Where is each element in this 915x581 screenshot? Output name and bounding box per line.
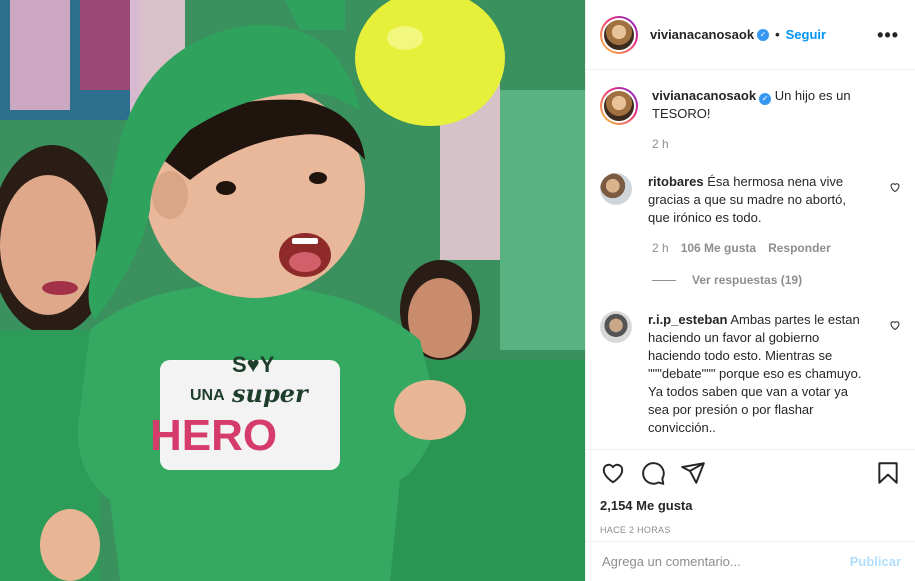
caption-text-block: vivianacanosaok ✓ Un hijo es un TESORO! — [652, 87, 872, 123]
instagram-post-modal: S♥Y UNA super HERO vivianacanosaok ✓ • S… — [0, 0, 915, 581]
publish-button[interactable]: Publicar — [850, 554, 901, 569]
post-time-ago[interactable]: HACE 2 HORAS — [600, 525, 901, 535]
like-heart-icon[interactable] — [600, 460, 626, 486]
view-replies-label: Ver respuestas (19) — [692, 273, 803, 287]
comment-input[interactable] — [602, 554, 850, 569]
post-actions: 2,154 Me gusta HACE 2 HORAS — [586, 449, 915, 535]
post-header: vivianacanosaok ✓ • Seguir ••• — [586, 0, 915, 70]
commenter-avatar[interactable] — [600, 311, 632, 343]
author-username[interactable]: vivianacanosaok — [650, 27, 754, 42]
shirt-text-una: UNA — [190, 387, 225, 404]
comment: ritobares Ésa hermosa nena vive gracias … — [600, 173, 901, 227]
comment-like-heart-icon[interactable] — [889, 181, 901, 193]
separator-dot: • — [775, 27, 780, 42]
caption-time[interactable]: 2 h — [652, 137, 669, 151]
add-comment-bar: Publicar — [586, 541, 915, 581]
commenter-username[interactable]: r.i.p_esteban — [648, 312, 727, 327]
follow-button[interactable]: Seguir — [786, 27, 826, 42]
caption-author-avatar[interactable] — [600, 87, 638, 125]
comment-text-block: r.i.p_esteban Ambas partes le estan haci… — [648, 311, 868, 437]
comment-meta: 2 h 106 Me gusta Responder — [652, 241, 901, 255]
commenter-username[interactable]: ritobares — [648, 174, 704, 189]
caption-meta: 2 h — [652, 137, 901, 151]
comment-bubble-icon[interactable] — [640, 460, 666, 486]
comment-text-block: ritobares Ésa hermosa nena vive gracias … — [648, 173, 868, 227]
comment-likes[interactable]: 106 Me gusta — [681, 241, 756, 255]
post-side-panel: vivianacanosaok ✓ • Seguir ••• vivianaca… — [585, 0, 915, 581]
shirt-text-super: super — [231, 379, 310, 408]
save-bookmark-icon[interactable] — [875, 460, 901, 486]
post-photo[interactable]: S♥Y UNA super HERO — [0, 0, 585, 581]
shirt-text-soy: S♥Y — [232, 352, 275, 377]
verified-badge-icon: ✓ — [757, 28, 770, 41]
caption-username[interactable]: vivianacanosaok — [652, 88, 756, 103]
verified-badge-icon: ✓ — [759, 93, 772, 105]
shirt-text-hero: HERO — [150, 411, 277, 460]
comment-time[interactable]: 2 h — [652, 241, 669, 255]
post-photo-illustration: S♥Y UNA super HERO — [0, 0, 585, 581]
action-icons-row — [600, 460, 901, 486]
share-send-icon[interactable] — [680, 460, 706, 486]
view-replies-button[interactable]: Ver respuestas (19) — [652, 273, 901, 287]
likes-count[interactable]: 2,154 Me gusta — [600, 498, 901, 513]
comment-text: Ambas partes le estan haciendo un favor … — [648, 312, 862, 435]
author-avatar[interactable] — [600, 15, 638, 54]
reply-button[interactable]: Responder — [768, 241, 831, 255]
replies-divider — [652, 279, 676, 281]
more-options-icon[interactable]: ••• — [877, 26, 899, 44]
comment-like-heart-icon[interactable] — [889, 319, 901, 331]
comments-list[interactable]: vivianacanosaok ✓ Un hijo es un TESORO! 2… — [586, 71, 915, 448]
caption: vivianacanosaok ✓ Un hijo es un TESORO! — [600, 87, 901, 125]
commenter-avatar[interactable] — [600, 173, 632, 205]
comment: r.i.p_esteban Ambas partes le estan haci… — [600, 311, 901, 437]
